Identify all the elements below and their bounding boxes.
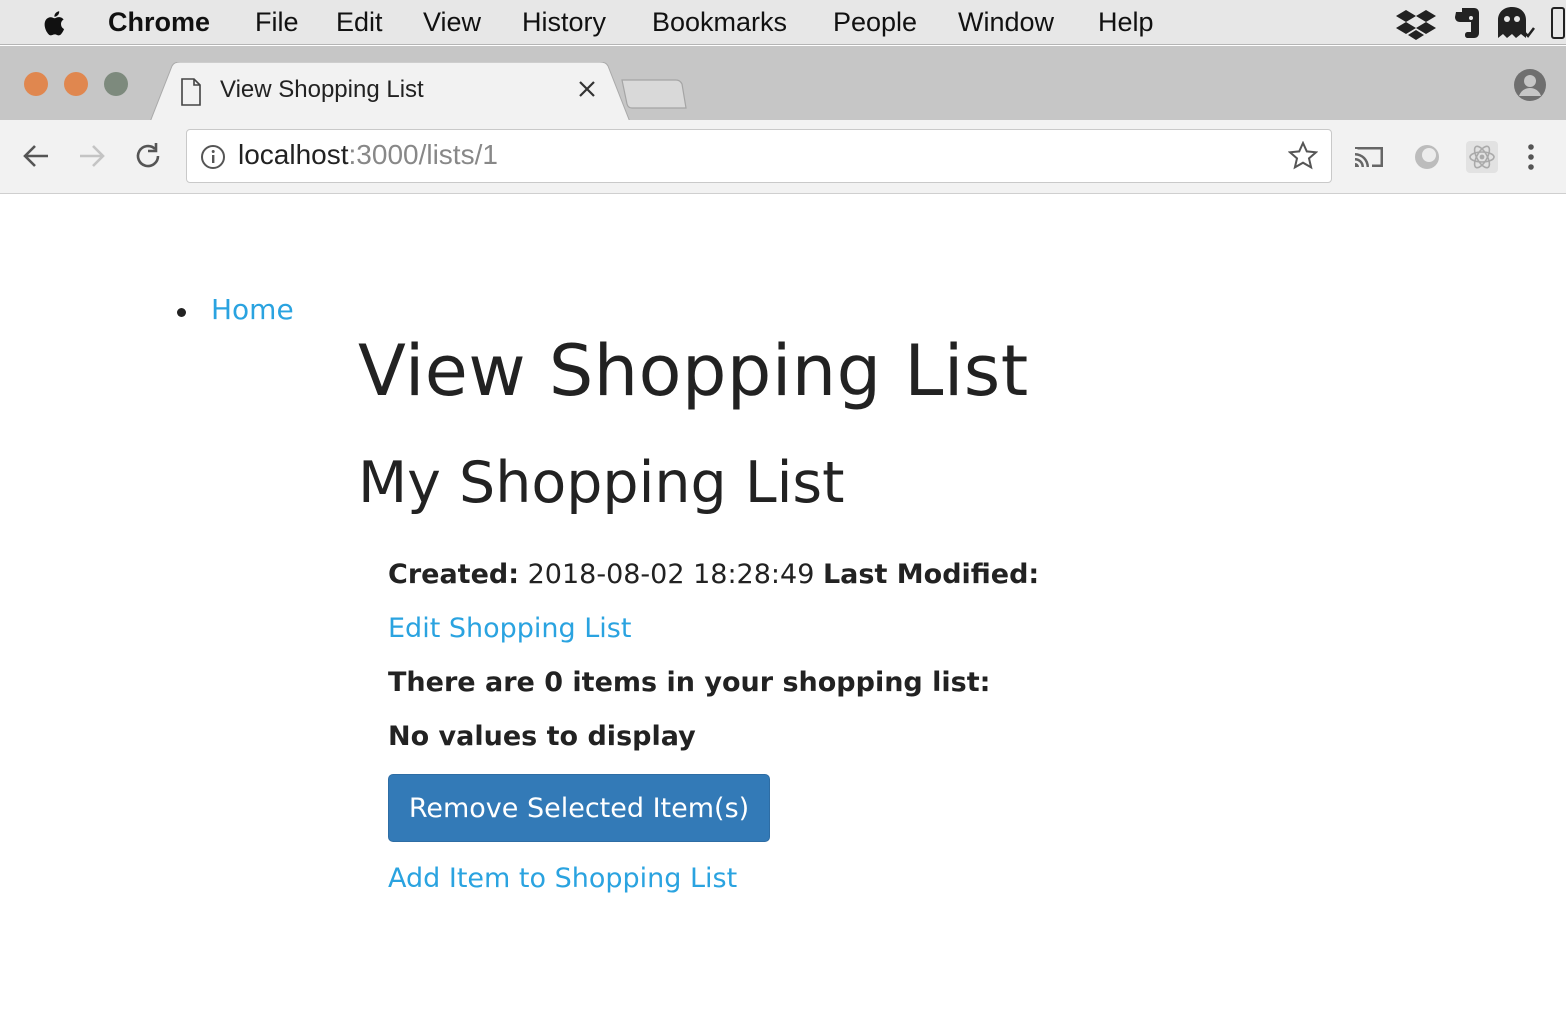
menu-chrome[interactable]: Chrome [108, 7, 210, 38]
ghost-icon[interactable] [1494, 6, 1536, 40]
menu-file[interactable]: File [255, 7, 299, 38]
window-close-button[interactable] [24, 72, 48, 96]
list-name-heading: My Shopping List [358, 450, 845, 516]
item-count-text: There are 0 items in your shopping list: [388, 667, 991, 698]
back-arrow-icon[interactable] [20, 140, 52, 172]
window-minimize-button[interactable] [64, 72, 88, 96]
created-value: 2018-08-02 18:28:49 [527, 559, 815, 590]
react-devtools-icon[interactable] [1465, 140, 1499, 174]
chrome-menu-icon[interactable] [1514, 140, 1548, 174]
menu-history[interactable]: History [522, 7, 606, 38]
cast-icon[interactable] [1352, 140, 1386, 174]
bookmark-star-icon[interactable] [1288, 141, 1318, 171]
menu-people[interactable]: People [833, 7, 917, 38]
document-icon [181, 78, 201, 106]
empty-state-text: No values to display [388, 721, 696, 752]
reload-icon[interactable] [132, 140, 164, 172]
menu-view[interactable]: View [423, 7, 481, 38]
evernote-icon[interactable] [1450, 6, 1482, 40]
new-tab-button[interactable] [620, 78, 688, 110]
window-maximize-button[interactable] [104, 72, 128, 96]
add-item-link[interactable]: Add Item to Shopping List [388, 863, 737, 894]
menu-bookmarks[interactable]: Bookmarks [652, 7, 787, 38]
tab-title: View Shopping List [220, 76, 424, 103]
created-label: Created: [388, 559, 520, 590]
menu-window[interactable]: Window [958, 7, 1054, 38]
edit-list-link[interactable]: Edit Shopping List [388, 613, 631, 644]
battery-icon[interactable] [1550, 6, 1566, 40]
nav-home-link[interactable]: Home [211, 293, 294, 326]
extension-sphere-icon[interactable] [1410, 140, 1444, 174]
nav-bullet [177, 308, 186, 317]
page-title: View Shopping List [358, 330, 1029, 412]
menu-edit[interactable]: Edit [336, 7, 383, 38]
url-host: localhost [238, 139, 349, 170]
modified-label: Last Modified: [822, 559, 1040, 590]
url-path: :3000/lists/1 [348, 139, 498, 170]
list-metadata: Created: 2018-08-02 18:28:49 Last Modifi… [388, 559, 1039, 590]
menu-help[interactable]: Help [1098, 7, 1154, 38]
url-text[interactable]: localhost:3000/lists/1 [238, 139, 498, 171]
macos-menubar: Chrome File Edit View History Bookmarks … [0, 0, 1566, 45]
remove-selected-items-button[interactable]: Remove Selected Item(s) [388, 774, 770, 842]
site-info-icon[interactable] [200, 144, 226, 170]
apple-logo-icon[interactable] [40, 7, 70, 39]
forward-arrow-icon[interactable] [76, 140, 108, 172]
tab-close-icon[interactable] [576, 78, 598, 100]
profile-avatar-icon[interactable] [1513, 68, 1547, 102]
dropbox-icon[interactable] [1396, 6, 1436, 40]
